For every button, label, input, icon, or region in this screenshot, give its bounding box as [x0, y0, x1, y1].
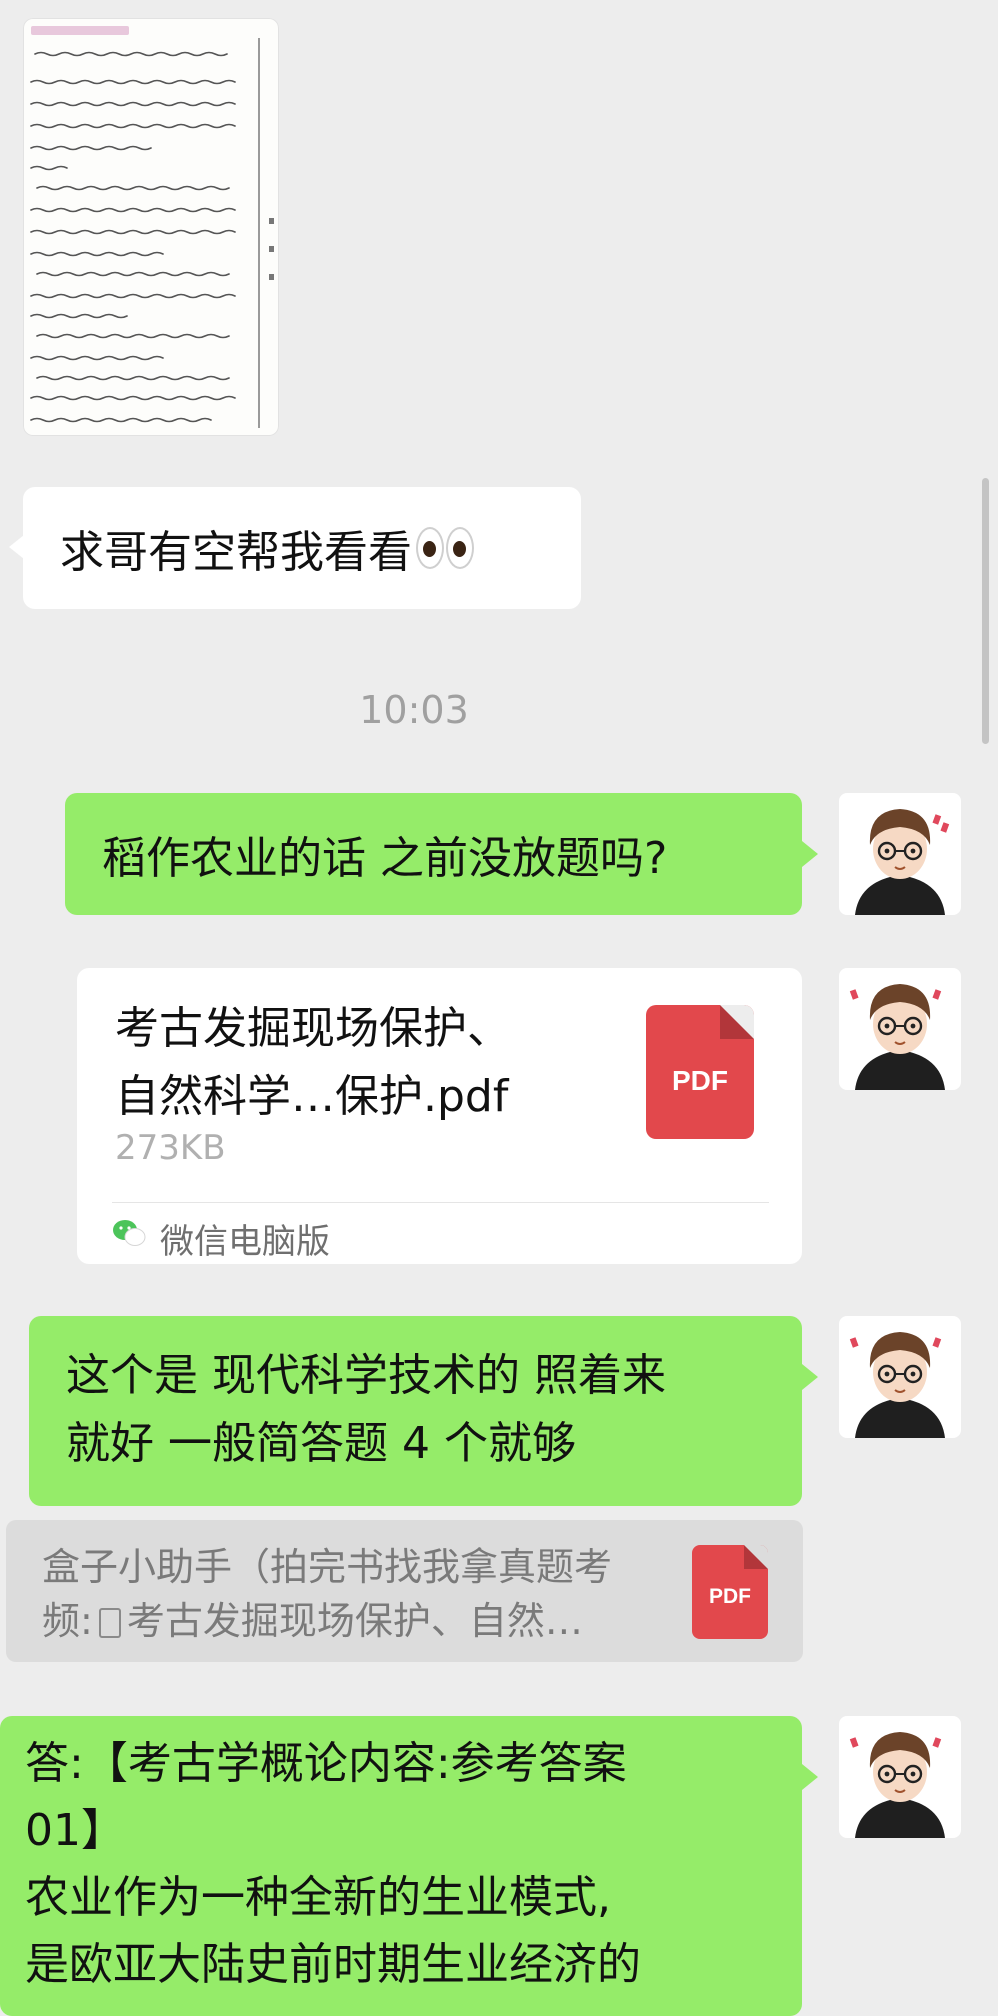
avatar[interactable] [839, 1316, 961, 1438]
message-text: 农业作为一种全新的生业模式, [25, 1872, 611, 1923]
bubble-tail [802, 841, 818, 867]
file-size: 273KB [115, 1128, 226, 1168]
bubble-tail [9, 535, 24, 559]
file-source-label: 微信电脑版 [160, 1222, 330, 1262]
message-text: 是欧亚大陆史前时期生业经济的 [25, 1939, 641, 1990]
avatar[interactable] [839, 1716, 961, 1838]
file-name: 考古发掘现场保护、 自然科学…保护.pdf [115, 1003, 511, 1122]
image-message-thumbnail[interactable] [23, 18, 279, 436]
message-text: 这个是 现代科学技术的 照着来 [66, 1350, 666, 1401]
message-text: 就好 一般简答题 4 个就够 [66, 1418, 576, 1469]
bubble-tail [802, 1764, 818, 1790]
incoming-message-bubble[interactable]: 求哥有空帮我看看 [23, 487, 581, 609]
quoted-message-text: 盒子小助手（拍完书找我拿真题考 频: 考古发掘现场保护、自然… [42, 1545, 613, 1643]
eyes-emoji-icon [416, 527, 474, 569]
wechat-icon [113, 1220, 146, 1246]
avatar[interactable] [839, 968, 961, 1090]
message-text: 答:【考古学概论内容:参考答案 [25, 1738, 627, 1789]
message-text: 求哥有空帮我看看 [60, 527, 412, 578]
document-icon [98, 1608, 121, 1638]
outgoing-message-bubble[interactable]: 这个是 现代科学技术的 照着来 就好 一般简答题 4 个就够 [29, 1316, 802, 1506]
avatar-illustration [849, 984, 945, 1090]
pdf-file-icon: PDF [646, 1005, 754, 1139]
avatar-illustration [849, 1332, 945, 1438]
bubble-tail [802, 1364, 818, 1390]
handwriting-illustration [30, 38, 274, 428]
avatar-illustration [855, 809, 950, 915]
scrollbar[interactable] [982, 478, 989, 744]
outgoing-message-bubble[interactable]: 稻作农业的话 之前没放题吗? [65, 793, 802, 915]
message-timestamp: 10:03 [359, 688, 469, 732]
outgoing-message-bubble[interactable]: 答:【考古学概论内容:参考答案 01】 农业作为一种全新的生业模式, 是欧亚大陆… [0, 1716, 802, 2016]
message-text: 稻作农业的话 之前没放题吗? [102, 833, 668, 884]
divider [112, 1202, 769, 1203]
avatar[interactable] [839, 793, 961, 915]
message-text: 01】 [25, 1805, 125, 1856]
pdf-file-icon: PDF [692, 1545, 768, 1639]
avatar-illustration [849, 1732, 945, 1838]
